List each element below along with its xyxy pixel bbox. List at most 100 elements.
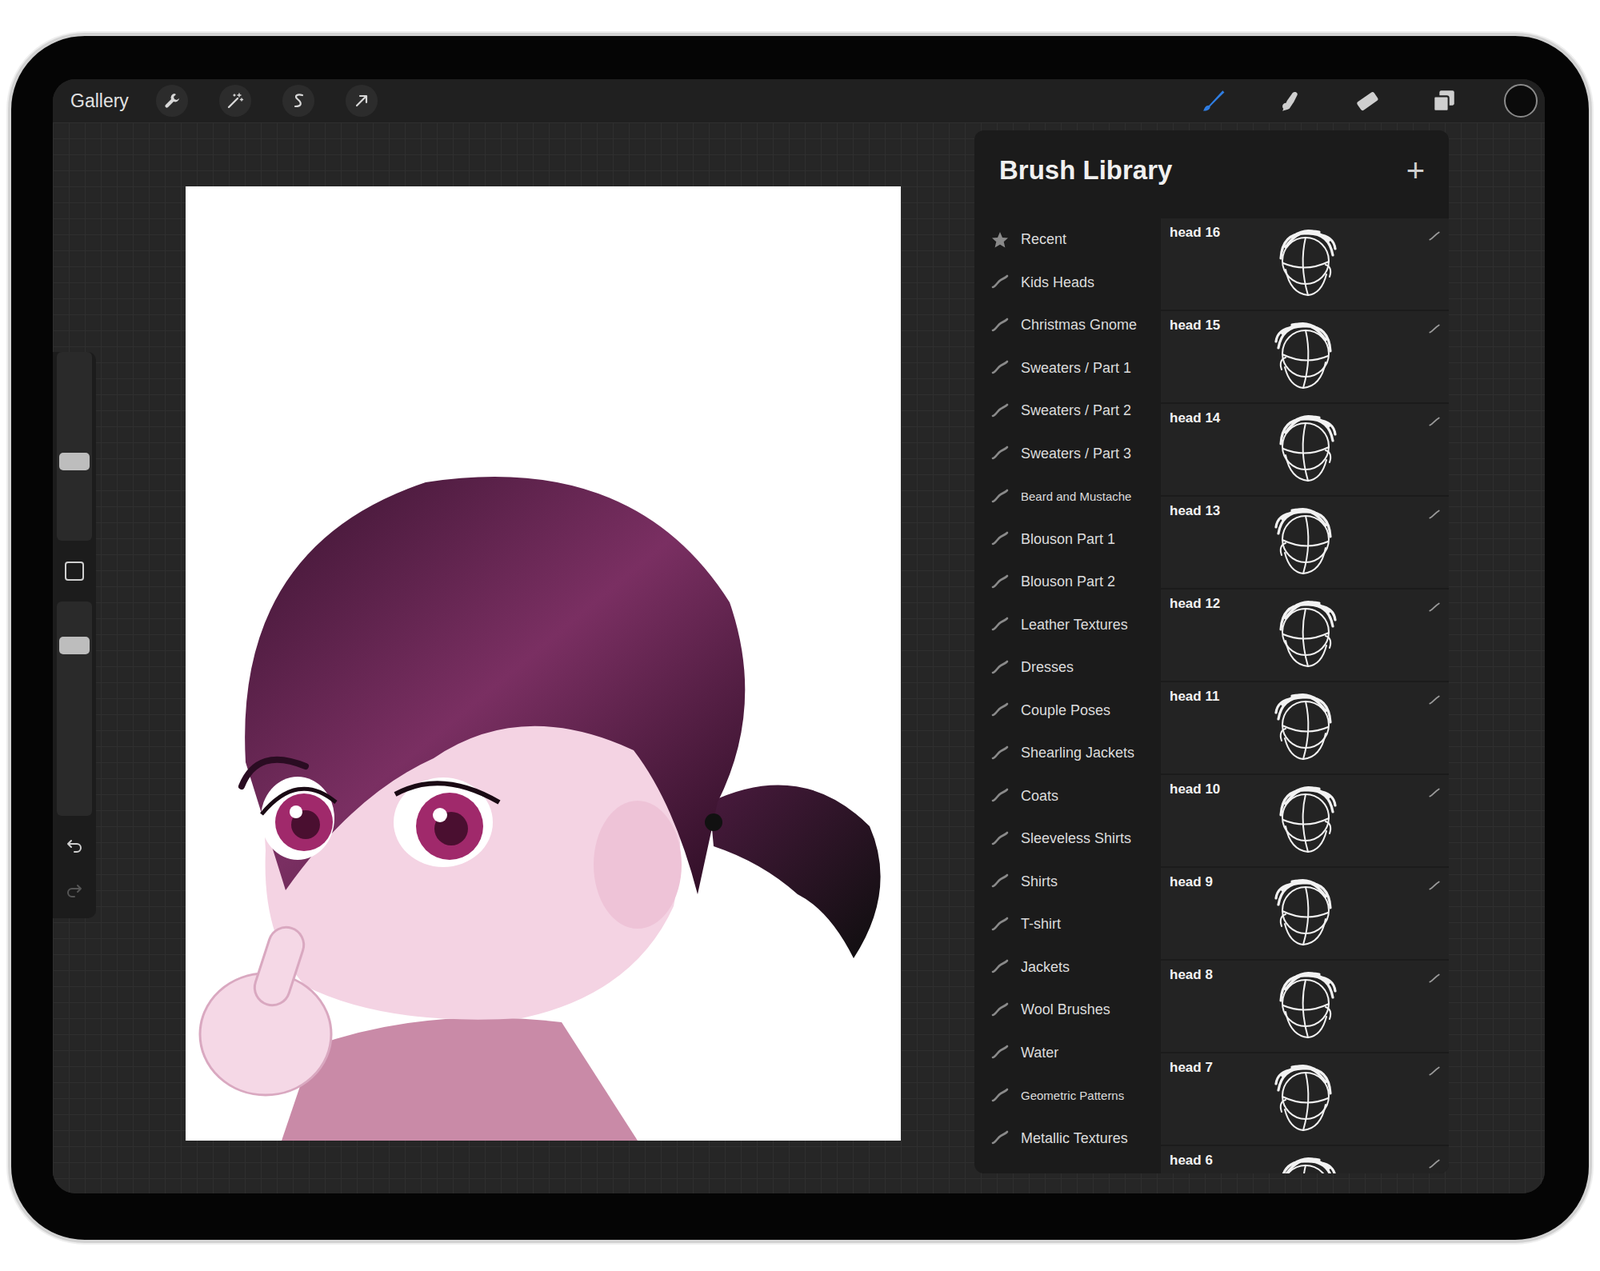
brush-stroke-icon <box>1428 415 1441 428</box>
brush-stroke-icon <box>1428 508 1441 521</box>
brush-stroke-icon <box>1428 972 1441 985</box>
brush-stroke-icon <box>1428 1157 1441 1171</box>
brush-set-icon <box>990 1128 1010 1148</box>
brush-item[interactable]: head 6 <box>1160 1146 1449 1174</box>
redo-icon <box>64 880 84 900</box>
brush-set-icon <box>990 829 1010 849</box>
category-label: Coats <box>1020 788 1059 805</box>
category-item[interactable]: Sweaters / Part 1 <box>974 347 1161 391</box>
redo-button[interactable] <box>58 873 91 906</box>
category-item[interactable]: Water <box>974 1032 1161 1076</box>
category-item[interactable]: Kids Heads <box>974 261 1161 305</box>
eraser-tool[interactable] <box>1349 83 1385 119</box>
opacity-slider[interactable] <box>56 601 92 816</box>
brush-tool[interactable] <box>1196 83 1232 119</box>
brush-set-icon <box>990 272 1010 292</box>
brush-item[interactable]: head 15 <box>1160 311 1449 403</box>
category-item[interactable]: Jackets <box>974 946 1161 990</box>
brush-icon <box>1200 87 1228 115</box>
brush-item[interactable]: head 10 <box>1160 775 1449 867</box>
wand-button[interactable] <box>219 84 252 117</box>
head-sketch-icon <box>1269 874 1342 955</box>
category-label: T-shirt <box>1020 916 1061 933</box>
category-item[interactable]: Wool Brushes <box>974 988 1161 1032</box>
brush-item[interactable]: head 8 <box>1160 960 1449 1052</box>
category-item[interactable]: Sleeveless Shirts <box>974 817 1161 861</box>
head-sketch-icon <box>1269 1060 1342 1140</box>
category-item[interactable]: Metallic Textures <box>974 1117 1161 1161</box>
illustration <box>185 186 901 1141</box>
category-label: Wool Brushes <box>1020 1001 1111 1019</box>
category-item[interactable]: Sweaters / Part 3 <box>974 432 1161 476</box>
head-sketch-icon <box>1269 1152 1342 1174</box>
wrench-icon <box>162 91 182 111</box>
category-label: Couple Poses <box>1020 702 1111 720</box>
brush-size-slider[interactable] <box>56 352 92 541</box>
head-sketch-icon <box>1269 503 1342 584</box>
brush-stroke-icon <box>1428 600 1441 614</box>
head-sketch-icon <box>1269 688 1342 769</box>
brush-set-icon <box>990 700 1010 720</box>
brush-stroke-icon <box>1428 1064 1441 1078</box>
category-label: Christmas Gnome <box>1020 316 1137 334</box>
category-label: Blouson Part 1 <box>1020 531 1116 548</box>
slider-thumb[interactable] <box>59 636 90 655</box>
modify-button[interactable] <box>64 540 84 602</box>
category-item[interactable]: Blouson Part 1 <box>974 518 1161 562</box>
gallery-button[interactable]: Gallery <box>70 90 129 112</box>
brush-label: head 14 <box>1169 410 1270 427</box>
toolbar-right <box>1196 83 1539 119</box>
head-sketch-icon <box>1269 781 1342 862</box>
category-label: Jackets <box>1020 959 1070 976</box>
brush-label: head 13 <box>1169 503 1270 520</box>
category-item[interactable]: Sweaters / Part 2 <box>974 389 1161 433</box>
slider-thumb[interactable] <box>59 452 90 471</box>
brush-stroke-icon <box>1428 786 1441 800</box>
toolbar: Gallery <box>52 79 1545 123</box>
category-item[interactable]: Coats <box>974 775 1161 819</box>
finger <box>250 923 309 1011</box>
brush-item[interactable]: head 13 <box>1160 496 1449 588</box>
category-item[interactable]: T-shirt <box>974 903 1161 947</box>
category-label: Beard and Mustache <box>1020 489 1132 504</box>
canvas[interactable] <box>185 186 901 1141</box>
brush-item[interactable]: head 16 <box>1160 218 1449 310</box>
layers-tool[interactable] <box>1426 83 1462 119</box>
brush-item[interactable]: head 11 <box>1160 682 1449 774</box>
smudge-tool[interactable] <box>1272 83 1308 119</box>
add-button[interactable]: + <box>1406 152 1425 189</box>
brush-item[interactable]: head 9 <box>1160 868 1449 960</box>
brush-item[interactable]: head 14 <box>1160 404 1449 496</box>
undo-button[interactable] <box>58 828 91 861</box>
category-item[interactable]: Geometric Patterns <box>974 1074 1161 1118</box>
panel-body: RecentKids Heads Christmas Gnome Sweaters … <box>974 218 1449 1174</box>
category-item[interactable]: Dresses <box>974 646 1161 690</box>
brush-item[interactable]: head 7 <box>1160 1053 1449 1145</box>
category-item[interactable]: Shearling Jackets <box>974 732 1161 776</box>
color-tool[interactable] <box>1503 83 1539 119</box>
category-item[interactable]: Couple Poses <box>974 689 1161 733</box>
brush-label: head 10 <box>1169 781 1270 798</box>
category-item[interactable]: Christmas Gnome <box>974 304 1161 348</box>
category-item[interactable]: Recent <box>974 218 1161 262</box>
brush-label: head 11 <box>1169 688 1270 705</box>
category-item[interactable]: Leather Textures <box>974 604 1161 648</box>
wrench-button[interactable] <box>156 84 188 117</box>
undo-icon <box>64 835 84 855</box>
tablet-frame: GalleryBrush Library+RecentKids HeadsChr… <box>8 32 1592 1244</box>
transform-button[interactable] <box>345 84 378 117</box>
category-item[interactable]: Blouson Part 2 <box>974 560 1161 604</box>
brush-item[interactable]: head 12 <box>1160 589 1449 681</box>
category-item[interactable]: Beard and Mustache <box>974 475 1161 519</box>
category-label: Water <box>1020 1044 1059 1062</box>
category-item[interactable]: Shirts <box>974 860 1161 904</box>
star-icon <box>990 230 1010 250</box>
category-label: Shirts <box>1020 873 1058 891</box>
pigtail <box>709 784 881 959</box>
brush-stroke-icon <box>1428 693 1441 707</box>
brush-set-icon <box>990 1086 1010 1106</box>
selection-button[interactable] <box>282 84 315 117</box>
layers-icon <box>1430 87 1458 115</box>
brush-label: head 7 <box>1169 1060 1270 1076</box>
brush-label: head 12 <box>1169 596 1270 612</box>
